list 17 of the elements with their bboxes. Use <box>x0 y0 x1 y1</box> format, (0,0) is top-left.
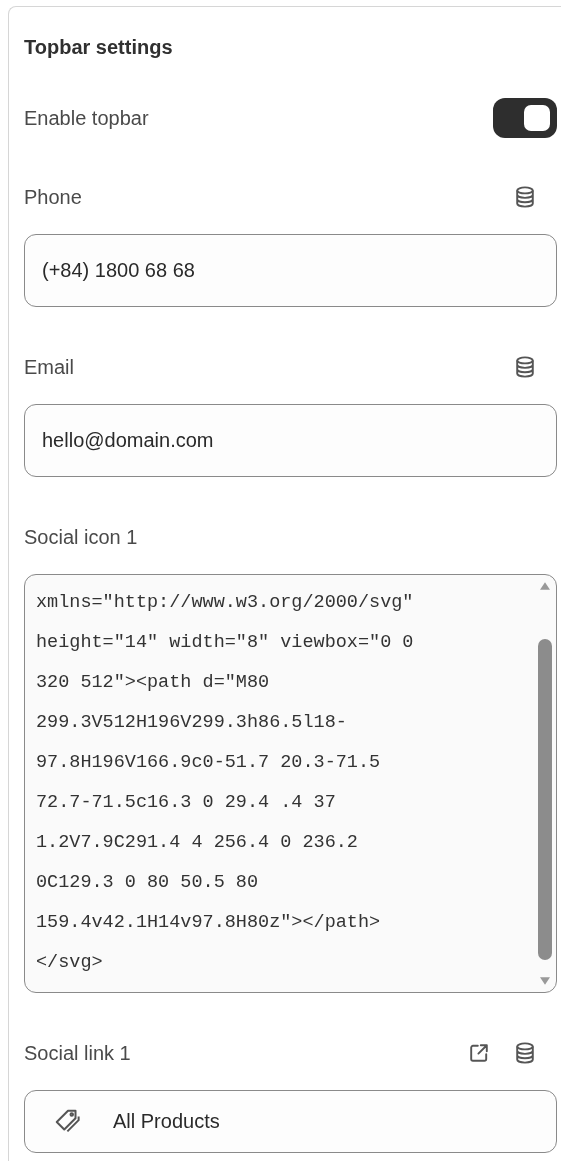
text-input-field[interactable]: hello@domain.com <box>24 404 557 477</box>
field-label: Social link 1 <box>24 1041 131 1065</box>
setting-label: Enable topbar <box>24 106 149 130</box>
field-label: Email <box>24 355 74 379</box>
text-input-field[interactable]: (+84) 1800 68 68 <box>24 234 557 307</box>
panel-title: Topbar settings <box>24 35 174 59</box>
database-icon[interactable] <box>513 1041 537 1065</box>
field-label: Social icon 1 <box>24 525 138 549</box>
database-icon[interactable] <box>513 355 537 379</box>
scroll-down-arrow-icon[interactable] <box>538 976 552 986</box>
field-label: Phone <box>24 185 82 209</box>
external-link-icon[interactable] <box>467 1041 491 1065</box>
scrollbar-thumb[interactable] <box>538 639 552 960</box>
link-value[interactable]: All Products <box>113 1110 220 1133</box>
scroll-up-arrow-icon[interactable] <box>538 581 552 591</box>
database-icon[interactable] <box>513 185 537 209</box>
toggle-switch[interactable] <box>493 98 557 138</box>
